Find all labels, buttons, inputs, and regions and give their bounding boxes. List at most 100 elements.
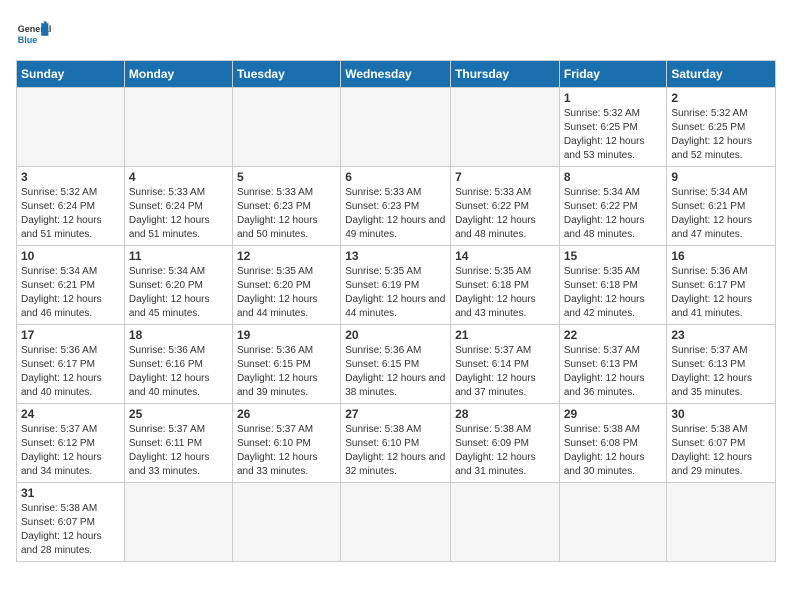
day-info: Sunrise: 5:32 AM Sunset: 6:24 PM Dayligh… [21, 186, 120, 242]
day-number: 15 [564, 249, 663, 263]
calendar-header-row: SundayMondayTuesdayWednesdayThursdayFrid… [17, 61, 776, 88]
day-number: 1 [564, 91, 663, 105]
day-number: 8 [564, 170, 663, 184]
calendar-cell: 25Sunrise: 5:37 AM Sunset: 6:11 PM Dayli… [124, 404, 232, 483]
day-number: 30 [671, 407, 771, 421]
calendar-week-3: 10 Sunrise: 5:34 AM Sunset: 6:21 PM Dayli… [17, 246, 776, 325]
calendar-cell: 30 Sunrise: 5:38 AM Sunset: 6:07 PM Dayli… [667, 404, 776, 483]
calendar-cell [667, 483, 776, 562]
calendar-cell: 9 Sunrise: 5:34 AM Sunset: 6:21 PM Daylig… [667, 167, 776, 246]
day-info: Sunrise: 5:36 AM Sunset: 6:15 PM Dayligh… [345, 344, 446, 400]
day-header-wednesday: Wednesday [341, 61, 451, 88]
day-info: Sunrise: 5:35 AM Sunset: 6:18 PM Dayligh… [455, 265, 555, 321]
day-number: 7 [455, 170, 555, 184]
day-info: Sunrise: 5:37 AM Sunset: 6:10 PM Dayligh… [237, 423, 336, 479]
calendar-cell: 19Sunrise: 5:36 AM Sunset: 6:15 PM Dayli… [232, 325, 340, 404]
day-info: Sunrise: 5:34 AM Sunset: 6:21 PM Dayligh… [671, 186, 771, 242]
calendar-cell: 27 Sunrise: 5:38 AM Sunset: 6:10 PM Dayli… [341, 404, 451, 483]
day-info: Sunrise: 5:36 AM Sunset: 6:17 PM Dayligh… [21, 344, 120, 400]
day-info: Sunrise: 5:35 AM Sunset: 6:19 PM Dayligh… [345, 265, 446, 321]
day-info: Sunrise: 5:34 AM Sunset: 6:20 PM Dayligh… [129, 265, 228, 321]
day-number: 12 [237, 249, 336, 263]
day-number: 9 [671, 170, 771, 184]
day-info: Sunrise: 5:38 AM Sunset: 6:07 PM Dayligh… [671, 423, 771, 479]
day-header-monday: Monday [124, 61, 232, 88]
day-header-thursday: Thursday [451, 61, 560, 88]
day-info: Sunrise: 5:33 AM Sunset: 6:22 PM Dayligh… [455, 186, 555, 242]
calendar-cell: 7 Sunrise: 5:33 AM Sunset: 6:22 PM Daylig… [451, 167, 560, 246]
day-info: Sunrise: 5:32 AM Sunset: 6:25 PM Dayligh… [671, 107, 771, 163]
day-number: 5 [237, 170, 336, 184]
day-number: 24 [21, 407, 120, 421]
day-number: 17 [21, 328, 120, 342]
day-info: Sunrise: 5:32 AM Sunset: 6:25 PM Dayligh… [564, 107, 663, 163]
day-number: 26 [237, 407, 336, 421]
day-number: 13 [345, 249, 446, 263]
day-number: 16 [671, 249, 771, 263]
calendar-cell [451, 88, 560, 167]
calendar-cell [17, 88, 125, 167]
day-number: 14 [455, 249, 555, 263]
page-header: General Blue [16, 16, 776, 52]
day-info: Sunrise: 5:38 AM Sunset: 6:07 PM Dayligh… [21, 502, 120, 558]
day-number: 27 [345, 407, 446, 421]
calendar-cell: 8Sunrise: 5:34 AM Sunset: 6:22 PM Daylig… [559, 167, 667, 246]
calendar-cell: 6Sunrise: 5:33 AM Sunset: 6:23 PM Daylig… [341, 167, 451, 246]
calendar-cell: 11Sunrise: 5:34 AM Sunset: 6:20 PM Dayli… [124, 246, 232, 325]
logo-icon: General Blue [16, 16, 52, 52]
calendar-week-2: 3Sunrise: 5:32 AM Sunset: 6:24 PM Daylig… [17, 167, 776, 246]
day-number: 29 [564, 407, 663, 421]
day-number: 23 [671, 328, 771, 342]
calendar-cell [451, 483, 560, 562]
day-info: Sunrise: 5:37 AM Sunset: 6:12 PM Dayligh… [21, 423, 120, 479]
calendar-cell: 29 Sunrise: 5:38 AM Sunset: 6:08 PM Dayli… [559, 404, 667, 483]
calendar-cell [232, 88, 340, 167]
day-number: 2 [671, 91, 771, 105]
day-number: 18 [129, 328, 228, 342]
calendar-cell: 5Sunrise: 5:33 AM Sunset: 6:23 PM Daylig… [232, 167, 340, 246]
calendar-week-1: 1 Sunrise: 5:32 AM Sunset: 6:25 PM Daylig… [17, 88, 776, 167]
logo: General Blue [16, 16, 56, 52]
calendar-cell [341, 88, 451, 167]
day-info: Sunrise: 5:35 AM Sunset: 6:18 PM Dayligh… [564, 265, 663, 321]
day-info: Sunrise: 5:37 AM Sunset: 6:13 PM Dayligh… [564, 344, 663, 400]
calendar-cell: 2 Sunrise: 5:32 AM Sunset: 6:25 PM Daylig… [667, 88, 776, 167]
day-info: Sunrise: 5:36 AM Sunset: 6:17 PM Dayligh… [671, 265, 771, 321]
day-info: Sunrise: 5:37 AM Sunset: 6:13 PM Dayligh… [671, 344, 771, 400]
day-info: Sunrise: 5:36 AM Sunset: 6:16 PM Dayligh… [129, 344, 228, 400]
day-info: Sunrise: 5:38 AM Sunset: 6:10 PM Dayligh… [345, 423, 446, 479]
svg-text:Blue: Blue [18, 35, 38, 45]
day-info: Sunrise: 5:33 AM Sunset: 6:23 PM Dayligh… [345, 186, 446, 242]
calendar-cell [341, 483, 451, 562]
day-header-sunday: Sunday [17, 61, 125, 88]
calendar-cell: 13 Sunrise: 5:35 AM Sunset: 6:19 PM Dayli… [341, 246, 451, 325]
calendar-cell: 18 Sunrise: 5:36 AM Sunset: 6:16 PM Dayli… [124, 325, 232, 404]
day-number: 21 [455, 328, 555, 342]
calendar-cell [124, 483, 232, 562]
day-header-friday: Friday [559, 61, 667, 88]
day-header-saturday: Saturday [667, 61, 776, 88]
calendar-week-4: 17 Sunrise: 5:36 AM Sunset: 6:17 PM Dayli… [17, 325, 776, 404]
day-info: Sunrise: 5:34 AM Sunset: 6:21 PM Dayligh… [21, 265, 120, 321]
day-info: Sunrise: 5:38 AM Sunset: 6:08 PM Dayligh… [564, 423, 663, 479]
day-info: Sunrise: 5:37 AM Sunset: 6:14 PM Dayligh… [455, 344, 555, 400]
day-number: 31 [21, 486, 120, 500]
calendar-cell: 15 Sunrise: 5:35 AM Sunset: 6:18 PM Dayli… [559, 246, 667, 325]
day-number: 28 [455, 407, 555, 421]
calendar-cell: 23 Sunrise: 5:37 AM Sunset: 6:13 PM Dayli… [667, 325, 776, 404]
calendar-cell: 21 Sunrise: 5:37 AM Sunset: 6:14 PM Dayli… [451, 325, 560, 404]
calendar-cell: 3Sunrise: 5:32 AM Sunset: 6:24 PM Daylig… [17, 167, 125, 246]
calendar-cell [559, 483, 667, 562]
day-number: 10 [21, 249, 120, 263]
calendar-cell: 16 Sunrise: 5:36 AM Sunset: 6:17 PM Dayli… [667, 246, 776, 325]
day-number: 22 [564, 328, 663, 342]
calendar-cell: 26 Sunrise: 5:37 AM Sunset: 6:10 PM Dayli… [232, 404, 340, 483]
calendar-cell: 1 Sunrise: 5:32 AM Sunset: 6:25 PM Daylig… [559, 88, 667, 167]
calendar-cell: 4Sunrise: 5:33 AM Sunset: 6:24 PM Daylig… [124, 167, 232, 246]
day-info: Sunrise: 5:35 AM Sunset: 6:20 PM Dayligh… [237, 265, 336, 321]
calendar-cell: 20Sunrise: 5:36 AM Sunset: 6:15 PM Dayli… [341, 325, 451, 404]
day-number: 19 [237, 328, 336, 342]
calendar-cell: 12 Sunrise: 5:35 AM Sunset: 6:20 PM Dayli… [232, 246, 340, 325]
calendar-cell: 10 Sunrise: 5:34 AM Sunset: 6:21 PM Dayli… [17, 246, 125, 325]
day-number: 25 [129, 407, 228, 421]
